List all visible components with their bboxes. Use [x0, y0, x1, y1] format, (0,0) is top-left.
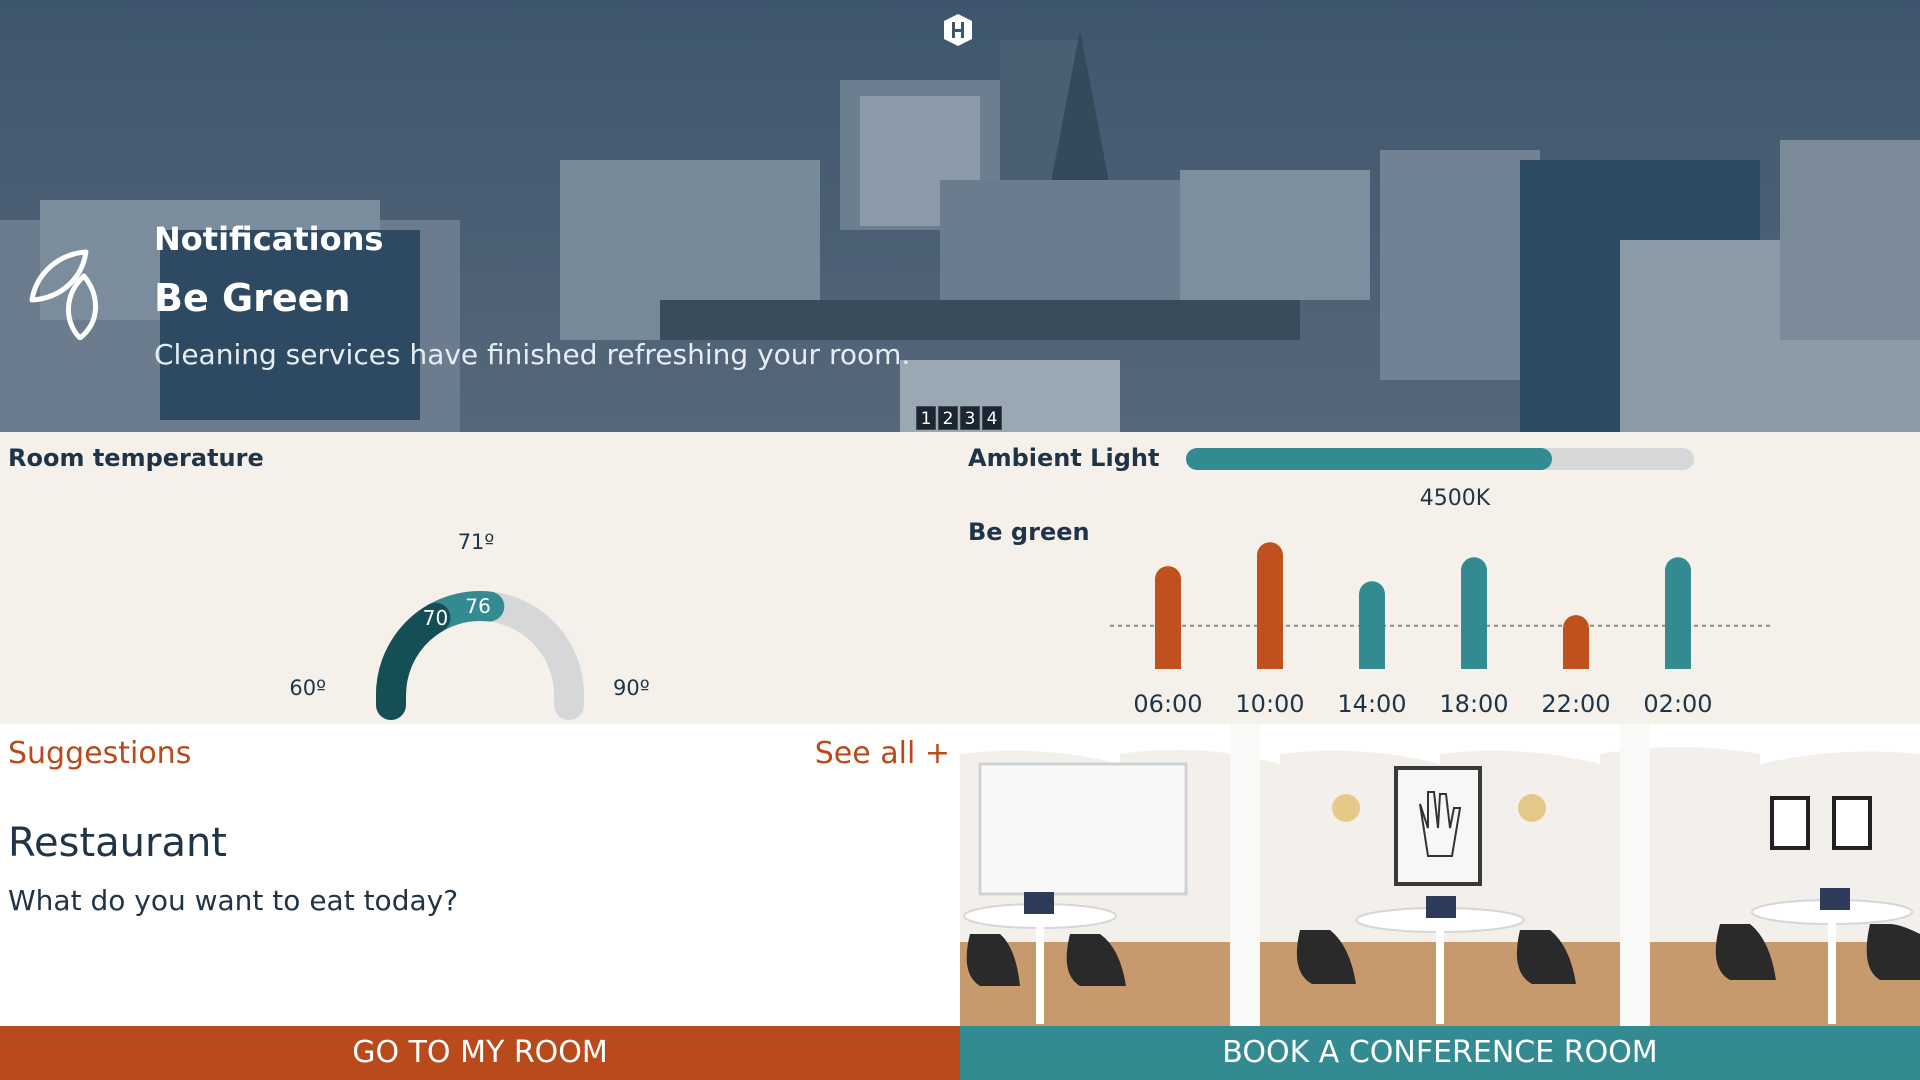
gauge-min-label: 60º	[290, 676, 326, 700]
room-temperature-title: Room temperature	[8, 444, 264, 472]
see-all-link[interactable]: See all +	[815, 736, 950, 771]
ambient-light-title: Ambient Light	[968, 444, 1160, 472]
suggestion-description: What do you want to eat today?	[8, 884, 459, 917]
book-conference-room-button[interactable]: BOOK A CONFERENCE ROOM	[960, 1026, 1920, 1080]
gauge-target-label: 71º	[458, 530, 495, 554]
suggestions-panel: Suggestions See all + Restaurant What do…	[0, 724, 960, 1026]
schedule-bar[interactable]	[1461, 557, 1487, 682]
temperature-gauge[interactable]: 70 76 71º 60º 90º	[290, 492, 670, 724]
schedule-bar[interactable]	[1665, 557, 1691, 682]
schedule-time-label: 18:00	[1439, 690, 1508, 718]
page-button-3[interactable]: 3	[960, 406, 980, 430]
suggestion-name[interactable]: Restaurant	[8, 820, 227, 866]
schedule-bar[interactable]	[1155, 566, 1181, 682]
conference-room-image	[960, 724, 1920, 1026]
page-button-4[interactable]: 4	[982, 406, 1002, 430]
page-button-1[interactable]: 1	[916, 406, 936, 430]
notification-message: Cleaning services have finished refreshi…	[154, 338, 911, 371]
schedule-bar-base	[1460, 669, 1488, 683]
hotel-logo-icon	[944, 14, 972, 46]
schedule-time-label: 02:00	[1643, 690, 1712, 718]
schedule-time-label: 06:00	[1133, 690, 1202, 718]
suggestions-title: Suggestions	[8, 736, 192, 771]
schedule-bar-chart: 06:00 10:00 14:00 18:00 22:00 02:00	[1110, 542, 1770, 718]
schedule-time-label: 10:00	[1235, 690, 1304, 718]
notification-pager: 1 2 3 4	[916, 406, 1002, 430]
leaf-icon	[29, 249, 98, 340]
gauge-current-arc	[376, 602, 451, 720]
notification-hero: Notifications Be Green Cleaning services…	[0, 0, 1920, 432]
schedule-bar-base	[1256, 669, 1284, 683]
ambient-light-fill	[1186, 448, 1552, 470]
schedule-title: Be green	[968, 518, 1090, 546]
go-to-my-room-button[interactable]: GO TO MY ROOM	[0, 1026, 960, 1080]
gauge-current-value: 70	[423, 606, 448, 630]
schedule-bar-base	[1562, 669, 1590, 683]
schedule-time-label: 22:00	[1541, 690, 1610, 718]
schedule-bar[interactable]	[1257, 542, 1283, 682]
schedule-time-label: 14:00	[1337, 690, 1406, 718]
gauge-setpoint-value: 76	[465, 594, 491, 619]
ambient-light-panel: Ambient Light 4500K Be green 06:00 10:00 1…	[960, 432, 1920, 724]
schedule-bar-base	[1358, 669, 1386, 683]
gauge-max-label: 90º	[613, 676, 650, 700]
page-button-2[interactable]: 2	[938, 406, 958, 430]
schedule-bar[interactable]	[1359, 581, 1385, 682]
notification-title: Be Green	[154, 276, 351, 320]
schedule-bar-base	[1154, 669, 1182, 683]
notification-kicker: Notifications	[154, 220, 384, 258]
schedule-bar-base	[1664, 669, 1692, 683]
ambient-light-slider[interactable]	[1186, 448, 1694, 470]
room-temperature-panel: Room temperature 70 76 71º 60º 90º	[0, 432, 960, 724]
